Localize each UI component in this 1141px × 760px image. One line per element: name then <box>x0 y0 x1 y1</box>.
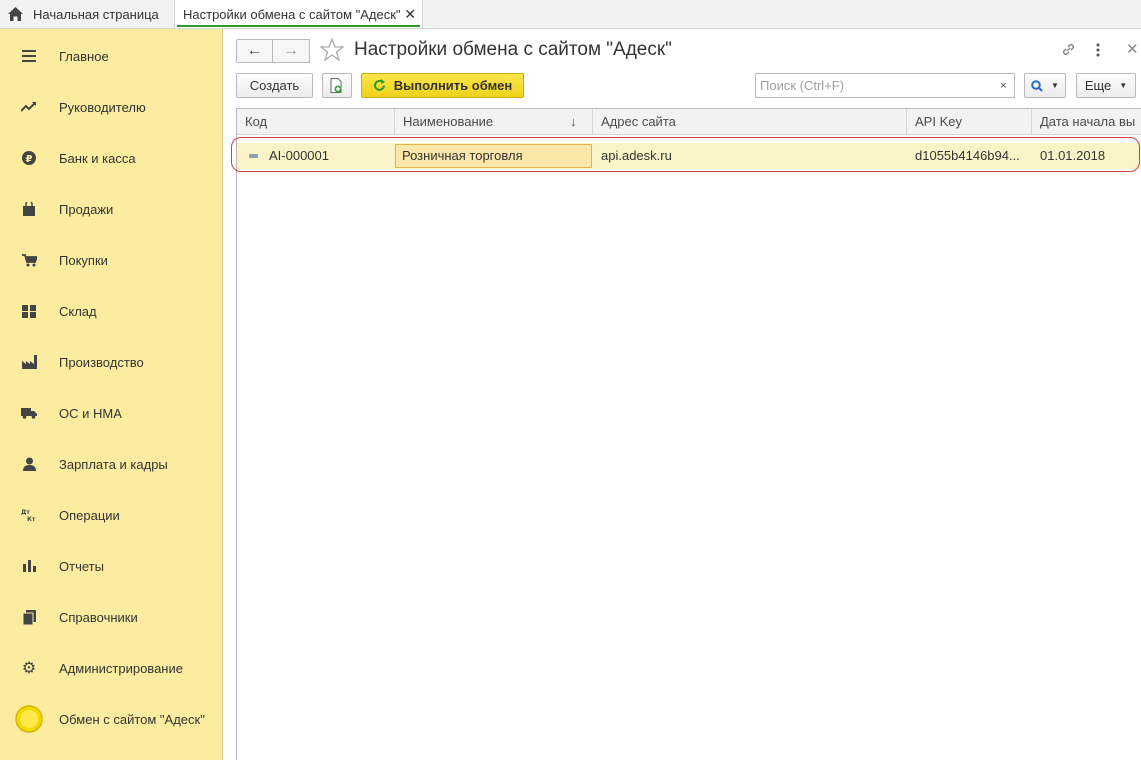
sidebar-item-label: Справочники <box>59 609 138 625</box>
sidebar-item-production[interactable]: Производство <box>0 342 222 382</box>
page-title: Настройки обмена с сайтом "Адеск" <box>354 39 672 60</box>
link-icon[interactable] <box>1061 42 1076 57</box>
create-button[interactable]: Создать <box>236 73 313 98</box>
sidebar-item-label: Склад <box>59 303 97 319</box>
settings-table[interactable]: Код Наименование ↓ Адрес сайта API Key Д… <box>236 108 1141 760</box>
cell-start-date: 01.01.2018 <box>1040 148 1106 163</box>
yellow-circle-icon <box>15 705 43 733</box>
sidebar-item-label: Производство <box>59 354 144 370</box>
exchange-button[interactable]: Выполнить обмен <box>361 73 524 98</box>
sidebar-item-sales[interactable]: Продажи <box>0 189 222 229</box>
forward-button[interactable]: → <box>272 39 310 63</box>
tab-bar: Начальная страница Настройки обмена с са… <box>0 0 1141 29</box>
sidebar-item-salary[interactable]: Зарплата и кадры <box>0 444 222 484</box>
column-header-start-date[interactable]: Дата начала вы <box>1032 109 1141 135</box>
more-button-label: Еще <box>1084 78 1112 93</box>
svg-text:₽: ₽ <box>26 154 33 165</box>
copy-add-button[interactable] <box>322 73 352 98</box>
sidebar-item-purchases[interactable]: Покупки <box>0 240 222 280</box>
tab-exchange-settings[interactable]: Настройки обмена с сайтом "Адеск" ✕ <box>174 0 423 28</box>
close-icon[interactable]: ✕ <box>404 6 416 23</box>
sidebar-item-reports[interactable]: Отчеты <box>0 546 222 586</box>
sidebar-item-bank[interactable]: ₽ Банк и касса <box>0 138 222 178</box>
search-icon <box>1031 79 1043 92</box>
bar-chart-icon <box>20 558 38 574</box>
cell-code: AI-000001 <box>269 148 329 163</box>
sidebar-item-label: Главное <box>59 48 109 64</box>
search-input[interactable]: Поиск (Ctrl+F) <box>755 73 994 98</box>
star-icon[interactable] <box>320 38 344 62</box>
column-header-name[interactable]: Наименование ↓ <box>395 109 593 135</box>
sidebar-item-warehouse[interactable]: Склад <box>0 291 222 331</box>
sort-desc-icon: ↓ <box>570 114 577 129</box>
person-icon <box>20 456 38 472</box>
sidebar-item-catalogs[interactable]: Справочники <box>0 597 222 637</box>
sidebar-item-label: Покупки <box>59 252 108 268</box>
sidebar-item-label: Зарплата и кадры <box>59 456 168 472</box>
truck-icon <box>20 405 38 421</box>
sidebar-item-label: ОС и НМА <box>59 405 122 421</box>
home-icon <box>8 7 23 21</box>
sidebar-item-label: Банк и касса <box>59 150 136 166</box>
column-header-site[interactable]: Адрес сайта <box>593 109 907 135</box>
sidebar-item-admin[interactable]: ⚙ Администрирование <box>0 648 222 688</box>
ruble-coin-icon: ₽ <box>20 150 38 166</box>
debit-credit-icon: Дт Кт <box>20 507 38 523</box>
table-row[interactable]: AI-000001 Розничная торговля api.adesk.r… <box>237 143 1141 169</box>
gear-icon: ⚙ <box>21 660 37 677</box>
shopping-bag-icon <box>20 201 38 217</box>
search-button[interactable]: ▼ <box>1024 73 1066 98</box>
books-icon <box>20 609 38 625</box>
warehouse-grid-icon <box>20 303 38 319</box>
back-button[interactable]: ← <box>236 39 273 63</box>
sidebar-item-label: Администрирование <box>59 660 183 676</box>
sidebar-item-label: Отчеты <box>59 558 104 574</box>
sidebar-item-assets[interactable]: ОС и НМА <box>0 393 222 433</box>
tab-home[interactable]: Начальная страница <box>0 0 171 28</box>
sidebar-item-label: Продажи <box>59 201 114 217</box>
sidebar-item-label: Руководителю <box>59 99 146 115</box>
sidebar: Главное Руководителю ₽ Банк и касса Прод… <box>0 29 223 760</box>
svg-text:Кт: Кт <box>27 516 36 522</box>
arrow-left-icon: ← <box>246 42 263 59</box>
column-header-code[interactable]: Код <box>237 109 395 135</box>
column-header-api-key[interactable]: API Key <box>907 109 1032 135</box>
svg-text:Дт: Дт <box>21 509 30 516</box>
table-header: Код Наименование ↓ Адрес сайта API Key Д… <box>237 109 1141 135</box>
more-vertical-icon[interactable] <box>1095 43 1101 57</box>
tab-home-label: Начальная страница <box>33 6 159 22</box>
cell-name[interactable]: Розничная торговля <box>395 144 592 168</box>
sidebar-item-label: Обмен с сайтом "Адеск" <box>59 711 205 727</box>
cart-icon <box>20 252 38 268</box>
chevron-down-icon: ▼ <box>1051 81 1059 90</box>
sidebar-item-adesk-exchange[interactable]: Обмен с сайтом "Адеск" <box>0 699 222 739</box>
tab-active-label: Настройки обмена с сайтом "Адеск" <box>183 6 401 22</box>
search-clear-button[interactable]: × <box>993 73 1015 98</box>
menu-lines-icon <box>20 48 38 64</box>
cell-site: api.adesk.ru <box>601 148 672 163</box>
chevron-down-icon: ▼ <box>1119 81 1128 90</box>
arrow-right-icon: → <box>283 42 299 59</box>
column-header-name-label: Наименование <box>403 114 494 129</box>
sidebar-item-main[interactable]: Главное <box>0 36 222 76</box>
factory-icon <box>20 354 38 370</box>
cell-api-key: d1055b4146b94... <box>915 148 1020 163</box>
close-form-icon[interactable]: ✕ <box>1126 40 1139 58</box>
refresh-icon <box>373 79 385 91</box>
sidebar-item-operations[interactable]: Дт Кт Операции <box>0 495 222 535</box>
row-status-icon <box>249 154 258 158</box>
sidebar-item-manager[interactable]: Руководителю <box>0 87 222 127</box>
exchange-button-label: Выполнить обмен <box>393 78 513 93</box>
sidebar-item-label: Операции <box>59 507 120 523</box>
add-document-icon <box>330 78 342 93</box>
trend-up-icon <box>20 99 38 115</box>
more-button[interactable]: Еще ▼ <box>1076 73 1136 98</box>
